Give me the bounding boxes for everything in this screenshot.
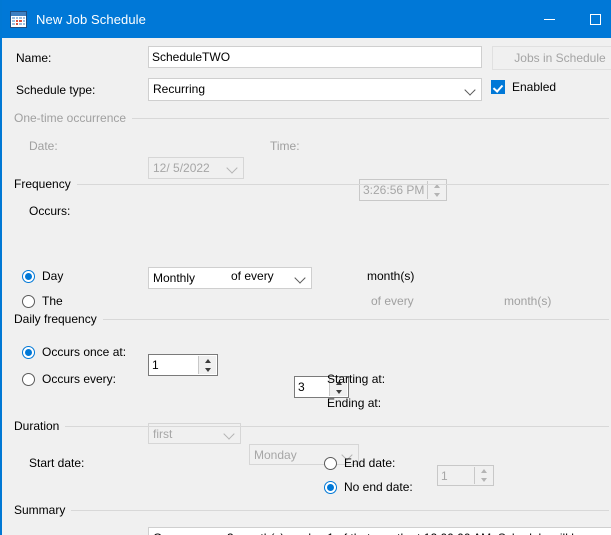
radio-icon	[22, 372, 35, 386]
the-weekday-value: Monday	[254, 448, 297, 462]
jobs-in-schedule-button[interactable]: Jobs in Schedule	[492, 46, 611, 70]
duration-group-label: Duration	[14, 419, 66, 433]
day-months-label: month(s)	[367, 269, 415, 283]
radio-icon	[22, 294, 35, 308]
one-time-time-spinner[interactable]: 3:26:56 PM	[359, 179, 447, 201]
frequency-day-radio[interactable]: Day	[22, 269, 63, 283]
the-ordinal-value: first	[153, 427, 173, 441]
occurs-once-at-label: Occurs once at:	[42, 345, 127, 359]
one-time-time-label: Time:	[270, 139, 300, 153]
occurs-label: Occurs:	[29, 204, 71, 218]
no-end-date-radio[interactable]: No end date:	[324, 480, 413, 494]
chevron-down-icon	[223, 427, 235, 440]
frequency-group-label: Frequency	[14, 177, 77, 191]
one-time-date-value: 12/ 5/2022	[153, 161, 210, 175]
frequency-the-label: The	[42, 294, 63, 308]
day-of-month-spinner[interactable]: 1	[148, 354, 218, 376]
window-title: New Job Schedule	[36, 11, 146, 27]
schedule-type-value: Recurring	[153, 82, 206, 96]
description-textarea[interactable]: Occurs every 3 month(s) on day 1 of that…	[148, 527, 611, 535]
group-divider	[64, 426, 609, 427]
the-of-every-label: of every	[371, 294, 414, 308]
maximize-icon	[589, 13, 601, 25]
new-job-schedule-window: New Job Schedule Name: ScheduleTWO Jobs …	[0, 0, 611, 535]
end-date-radio[interactable]: End date:	[324, 456, 395, 470]
chevron-down-icon	[294, 272, 306, 284]
group-divider	[70, 510, 609, 511]
enabled-checkbox[interactable]: Enabled	[491, 80, 556, 94]
maximize-button[interactable]	[572, 0, 611, 38]
one-time-time-value: 3:26:56 PM	[363, 183, 425, 197]
one-time-occurrence-group-label: One-time occurrence	[14, 111, 133, 125]
occurs-once-at-radio[interactable]: Occurs once at:	[22, 345, 126, 359]
one-time-date-label: Date:	[29, 139, 58, 153]
the-month-interval-spinner[interactable]: 1	[437, 465, 494, 486]
checkbox-icon	[491, 80, 505, 94]
minimize-icon	[543, 18, 555, 20]
one-time-date-picker[interactable]: 12/ 5/2022	[148, 157, 244, 179]
group-divider	[94, 319, 609, 320]
end-date-label: End date:	[344, 456, 396, 470]
minimize-button[interactable]	[526, 0, 572, 38]
radio-icon	[22, 345, 35, 359]
occurs-combo[interactable]: Monthly	[148, 267, 312, 289]
start-date-label: Start date:	[29, 456, 85, 470]
group-divider	[75, 184, 609, 185]
spinner-buttons[interactable]	[474, 467, 492, 484]
the-months-label: month(s)	[504, 294, 552, 308]
daily-frequency-group-label: Daily frequency	[14, 312, 103, 326]
group-divider	[122, 118, 609, 119]
schedule-type-label: Schedule type:	[16, 83, 96, 97]
ending-at-label: Ending at:	[327, 396, 382, 410]
chevron-down-icon	[226, 162, 238, 174]
frequency-the-radio[interactable]: The	[22, 294, 63, 308]
schedule-type-combo[interactable]: Recurring	[148, 78, 482, 101]
no-end-date-label: No end date:	[344, 480, 413, 494]
day-of-every-label: of every	[231, 269, 274, 283]
occurs-every-radio[interactable]: Occurs every:	[22, 372, 116, 386]
dialog-body: Name: ScheduleTWO Jobs in Schedule Sched…	[2, 38, 611, 535]
summary-group-label: Summary	[14, 503, 72, 517]
day-month-interval-value: 3	[298, 380, 305, 394]
day-of-month-value: 1	[152, 358, 159, 372]
chevron-down-icon	[464, 83, 476, 96]
occurs-value: Monthly	[153, 271, 196, 285]
enabled-label: Enabled	[512, 80, 557, 94]
occurs-every-label: Occurs every:	[42, 372, 117, 386]
calendar-icon	[10, 10, 27, 28]
radio-icon	[324, 456, 337, 470]
spinner-buttons[interactable]	[198, 356, 216, 374]
name-label: Name:	[16, 51, 52, 65]
the-month-interval-value: 1	[441, 469, 448, 483]
starting-at-label: Starting at:	[327, 372, 386, 386]
name-input[interactable]: ScheduleTWO	[148, 46, 482, 68]
radio-icon	[22, 269, 35, 283]
frequency-day-label: Day	[42, 269, 64, 283]
title-bar: New Job Schedule	[2, 0, 611, 38]
radio-icon	[324, 480, 337, 494]
